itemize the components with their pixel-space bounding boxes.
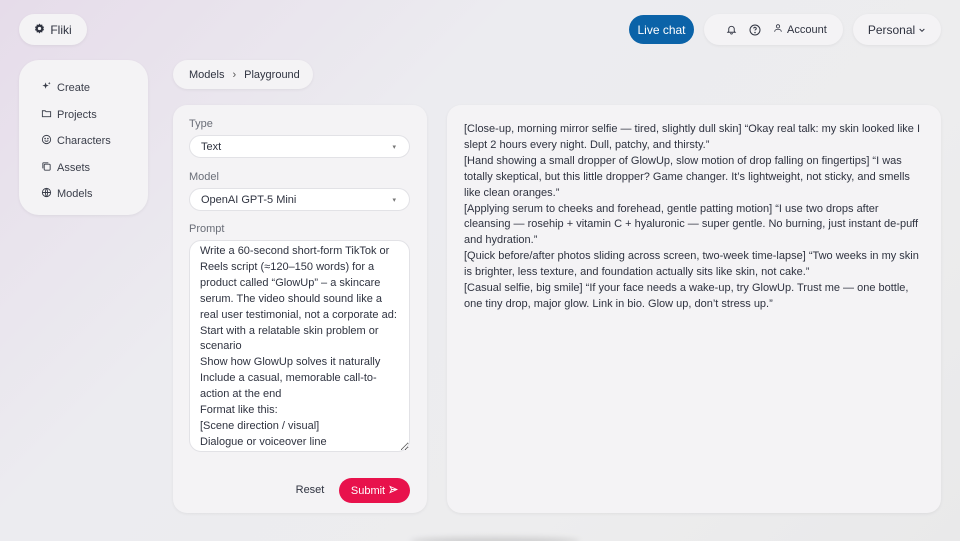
sidebar-item-assets[interactable]: Assets: [19, 155, 148, 182]
breadcrumb-models-link[interactable]: Models: [189, 69, 224, 81]
sparkles-icon: [41, 81, 52, 95]
output-paragraph: [Hand showing a small dropper of GlowUp,…: [464, 154, 910, 199]
reset-button[interactable]: Reset: [288, 478, 332, 502]
output-paragraph: [Casual selfie, big smile] “If your face…: [464, 282, 909, 310]
output-paragraph: [Applying serum to cheeks and forehead, …: [464, 202, 919, 247]
account-label: Account: [787, 23, 827, 36]
sidebar-item-label: Projects: [57, 108, 97, 121]
sidebar-item-label: Characters: [57, 135, 111, 148]
caret-down-icon: ▾: [392, 143, 396, 151]
sidebar-item-label: Create: [57, 82, 91, 95]
model-label: Model: [189, 171, 219, 183]
user-icon: [773, 23, 783, 36]
form-panel: Type Text ▾ Model OpenAI GPT-5 Mini ▾ Pr…: [173, 105, 427, 513]
model-select[interactable]: OpenAI GPT-5 Mini ▾: [189, 188, 410, 211]
folder-icon: [41, 108, 52, 122]
sidebar-item-label: Assets: [57, 161, 91, 174]
help-icon[interactable]: [749, 24, 761, 36]
send-icon: [389, 485, 399, 497]
assets-icon: [41, 161, 52, 175]
type-select[interactable]: Text ▾: [189, 135, 410, 158]
sidebar-item-label: Models: [57, 188, 93, 201]
smiley-icon: [41, 134, 52, 148]
prompt-label: Prompt: [189, 223, 225, 235]
submit-button[interactable]: Submit: [339, 478, 410, 503]
output-paragraph: [Quick before/after photos sliding acros…: [464, 250, 919, 279]
globe-icon: [41, 187, 52, 201]
sidebar-item-characters[interactable]: Characters: [19, 128, 148, 155]
chevron-down-icon: [918, 23, 926, 37]
account-button[interactable]: Account: [773, 23, 827, 36]
output-panel: [Close-up, morning mirror selfie — tired…: [447, 105, 941, 513]
sidebar-item-models[interactable]: Models: [19, 181, 148, 208]
submit-label: Submit: [350, 484, 386, 497]
breadcrumb-current: Playground: [244, 68, 300, 81]
workspace-dropdown[interactable]: Personal: [853, 14, 941, 45]
sidebar: Create Projects Characters Assets Models: [19, 60, 148, 215]
sidebar-item-create[interactable]: Create: [19, 75, 148, 102]
bell-icon[interactable]: [726, 24, 737, 35]
breadcrumb: Models › Playground: [173, 60, 313, 89]
prompt-textarea[interactable]: Write a 60-second short-form TikTok or R…: [189, 240, 410, 452]
live-chat-button[interactable]: Live chat: [629, 15, 694, 44]
fliki-logo-icon: [34, 22, 45, 37]
bottom-shadow: [410, 537, 580, 541]
breadcrumb-separator: ›: [232, 68, 237, 81]
model-select-value: OpenAI GPT-5 Mini: [201, 193, 297, 206]
caret-down-icon: ▾: [392, 196, 396, 204]
sidebar-item-projects[interactable]: Projects: [19, 102, 148, 129]
logo-text: Fliki: [50, 22, 72, 37]
type-select-value: Text: [201, 140, 222, 153]
logo-button[interactable]: Fliki: [19, 14, 87, 45]
workspace-label: Personal: [867, 22, 916, 37]
output-paragraph: [Close-up, morning mirror selfie — tired…: [464, 123, 921, 151]
header-actions: Account: [704, 14, 843, 45]
type-label: Type: [189, 118, 213, 130]
